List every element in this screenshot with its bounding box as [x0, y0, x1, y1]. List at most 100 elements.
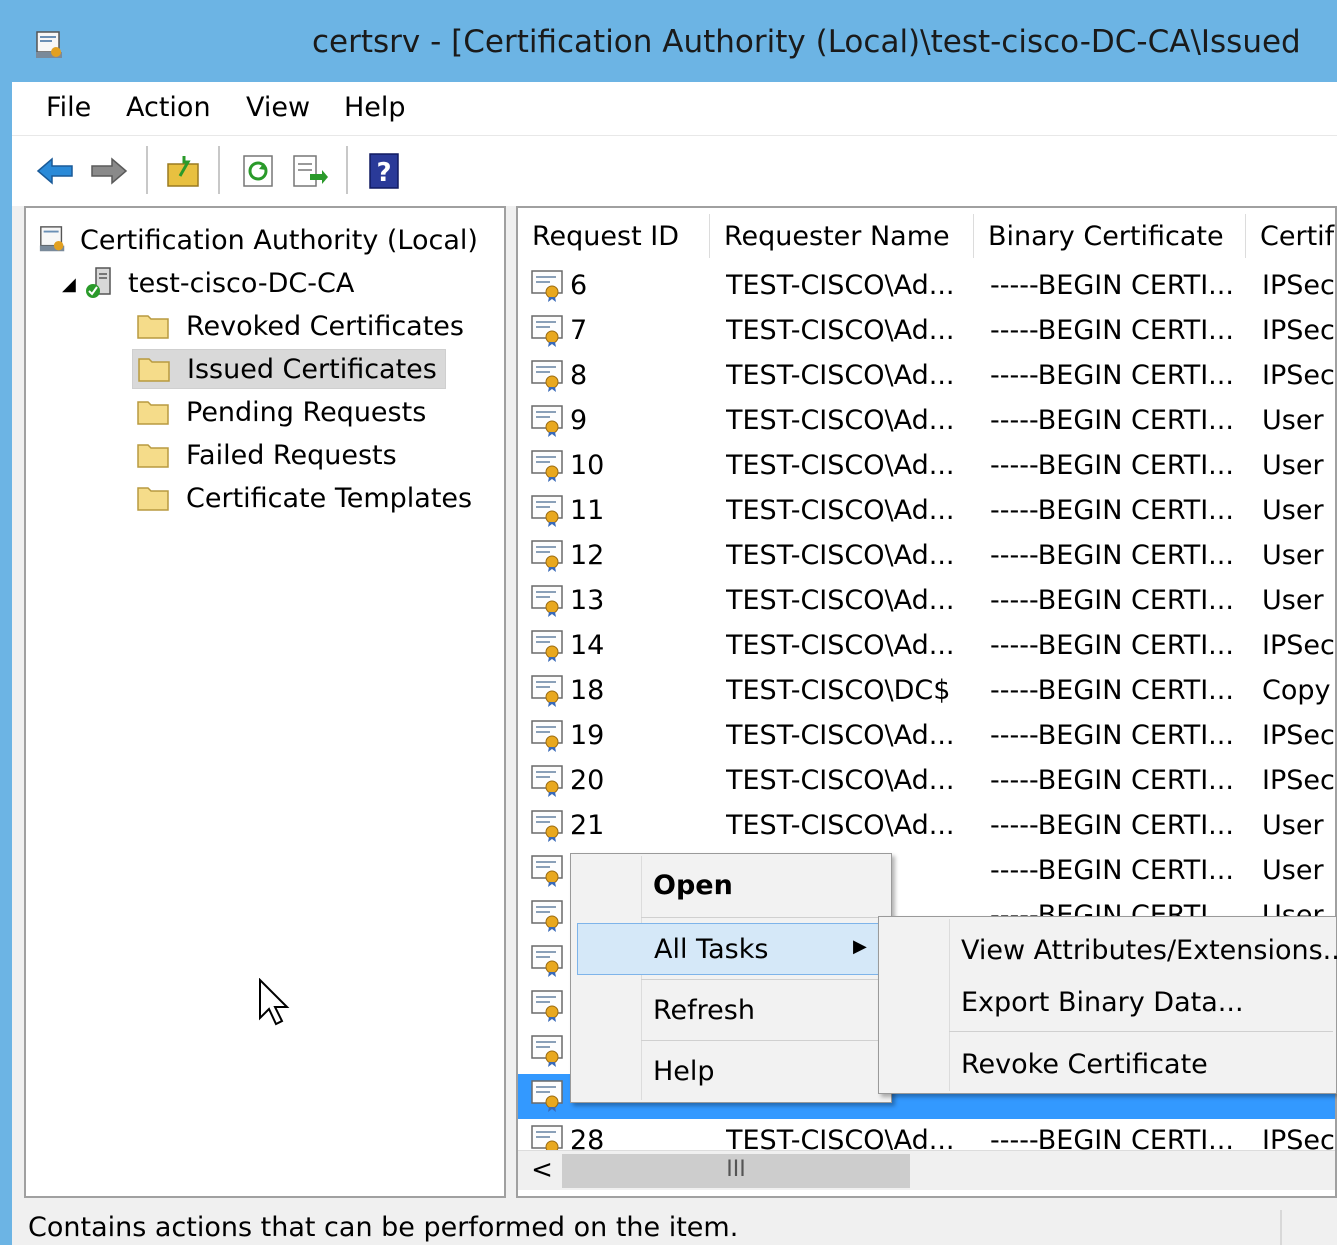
toolbar-separator: [146, 146, 148, 194]
column-header-requester-name[interactable]: Requester Name: [710, 214, 974, 258]
horizontal-scrollbar[interactable]: < III: [518, 1150, 1335, 1190]
toolbar-separator: [346, 146, 348, 194]
table-row[interactable]: 18 TEST-CISCO\DC$ -----BEGIN CERTI... Copy: [518, 669, 1335, 714]
table-row[interactable]: 8 TEST-CISCO\Ad... -----BEGIN CERTI... IPSe…: [518, 354, 1335, 399]
folder-icon: [137, 315, 169, 339]
context-menu-all-tasks[interactable]: All Tasks ▶: [577, 923, 885, 975]
cell-certificate-template: IPSec: [1262, 765, 1335, 796]
export-list-icon[interactable]: [288, 150, 330, 192]
context-menu-help[interactable]: Help: [577, 1046, 885, 1098]
cell-certificate-template: User: [1262, 855, 1324, 886]
cell-request-id: 7: [570, 315, 588, 346]
cell-binary-certificate: -----BEGIN CERTI...: [990, 765, 1234, 796]
scrollbar-thumb[interactable]: III: [562, 1154, 910, 1188]
cell-certificate-template: IPSec: [1262, 315, 1335, 346]
certificate-icon: [531, 1035, 563, 1067]
cell-certificate-template: IPSec: [1262, 720, 1335, 751]
cell-requester-name: TEST-CISCO\Ad...: [726, 720, 955, 751]
certificate-icon: [531, 315, 563, 347]
cell-requester-name: TEST-CISCO\Ad...: [726, 360, 955, 391]
menu-separator: [641, 1040, 889, 1041]
menu-action[interactable]: Action: [120, 90, 217, 125]
cell-requester-name: TEST-CISCO\Ad...: [726, 405, 955, 436]
cell-binary-certificate: -----BEGIN CERTI...: [990, 315, 1234, 346]
cell-certificate-template: User: [1262, 810, 1324, 841]
table-row[interactable]: 20 TEST-CISCO\Ad... -----BEGIN CERTI... IPS…: [518, 759, 1335, 804]
cell-binary-certificate: -----BEGIN CERTI...: [990, 405, 1234, 436]
up-folder-icon[interactable]: [162, 150, 204, 192]
back-icon[interactable]: [34, 150, 76, 192]
cell-request-id: 13: [570, 585, 605, 616]
menu-file[interactable]: File: [40, 90, 97, 125]
tree-item-certificate-templates[interactable]: Certificate Templates: [136, 478, 472, 518]
scroll-left-arrow[interactable]: <: [526, 1155, 558, 1187]
menu-separator: [641, 979, 889, 980]
tree-item-revoked-certificates[interactable]: Revoked Certificates: [136, 306, 464, 346]
toolbar-separator: [218, 146, 220, 194]
certificate-icon: [531, 405, 563, 437]
table-row[interactable]: 14 TEST-CISCO\Ad... -----BEGIN CERTI... IPS…: [518, 624, 1335, 669]
tree-node-ca[interactable]: test-cisco-DC-CA: [84, 263, 354, 303]
certificate-icon: [531, 990, 563, 1022]
tree-root-label: Certification Authority (Local): [80, 224, 478, 256]
cell-binary-certificate: -----BEGIN CERTI...: [990, 810, 1234, 841]
cell-binary-certificate: -----BEGIN CERTI...: [990, 585, 1234, 616]
cell-request-id: 6: [570, 270, 588, 301]
cell-requester-name: TEST-CISCO\Ad...: [726, 450, 955, 481]
cell-certificate-template: User: [1262, 495, 1324, 526]
table-row[interactable]: 11 TEST-CISCO\Ad... -----BEGIN CERTI... Use…: [518, 489, 1335, 534]
table-row[interactable]: 21 TEST-CISCO\Ad... -----BEGIN CERTI... Use…: [518, 804, 1335, 849]
certificate-icon: [531, 1080, 563, 1112]
help-icon[interactable]: ?: [364, 150, 406, 192]
folder-icon: [137, 487, 169, 511]
cell-request-id: 18: [570, 675, 605, 706]
refresh-icon[interactable]: [238, 150, 280, 192]
cell-request-id: 19: [570, 720, 605, 751]
column-header-request-id[interactable]: Request ID: [518, 214, 710, 258]
cell-requester-name: TEST-CISCO\Ad...: [726, 585, 955, 616]
table-row[interactable]: 7 TEST-CISCO\Ad... -----BEGIN CERTI... IPSe…: [518, 309, 1335, 354]
table-row[interactable]: 13 TEST-CISCO\Ad... -----BEGIN CERTI... Use…: [518, 579, 1335, 624]
cell-request-id: 21: [570, 810, 605, 841]
cell-certificate-template: User: [1262, 585, 1324, 616]
cell-requester-name: TEST-CISCO\Ad...: [726, 765, 955, 796]
table-row[interactable]: 19 TEST-CISCO\Ad... -----BEGIN CERTI... IPS…: [518, 714, 1335, 759]
cell-binary-certificate: -----BEGIN CERTI...: [990, 450, 1234, 481]
table-row[interactable]: 12 TEST-CISCO\Ad... -----BEGIN CERTI... Use…: [518, 534, 1335, 579]
menu-view[interactable]: View: [240, 90, 316, 125]
title-bar[interactable]: certsrv - [Certification Authority (Loca…: [12, 10, 1337, 82]
status-text: Contains actions that can be performed o…: [28, 1212, 739, 1243]
menu-separator: [641, 917, 889, 918]
cell-requester-name: TEST-CISCO\Ad...: [726, 810, 955, 841]
context-menu-refresh[interactable]: Refresh: [577, 985, 885, 1037]
certificate-icon: [531, 630, 563, 662]
tree-item-label: Issued Certificates: [187, 353, 437, 385]
certification-authority-icon: [39, 226, 65, 252]
table-row[interactable]: 10 TEST-CISCO\Ad... -----BEGIN CERTI... Use…: [518, 444, 1335, 489]
tree-node-root[interactable]: Certification Authority (Local): [38, 220, 478, 260]
tree-item-pending-requests[interactable]: Pending Requests: [136, 392, 426, 432]
cell-request-id: 11: [570, 495, 605, 526]
cell-requester-name: TEST-CISCO\Ad...: [726, 270, 955, 301]
submenu-revoke-certificate[interactable]: Revoke Certificate: [885, 1037, 1333, 1087]
submenu-arrow-icon: ▶: [853, 936, 867, 957]
cell-request-id: 20: [570, 765, 605, 796]
cell-binary-certificate: -----BEGIN CERTI...: [990, 360, 1234, 391]
forward-icon[interactable]: [88, 150, 130, 192]
menu-item-label: Help: [653, 1056, 715, 1087]
cell-request-id: 9: [570, 405, 588, 436]
menu-help[interactable]: Help: [338, 90, 412, 125]
submenu-export-binary-data[interactable]: Export Binary Data...: [885, 975, 1333, 1025]
tree-ca-label: test-cisco-DC-CA: [128, 267, 355, 299]
tree-item-issued-certificates[interactable]: Issued Certificates: [132, 349, 446, 389]
tree-item-failed-requests[interactable]: Failed Requests: [136, 435, 397, 475]
collapse-triangle-icon[interactable]: ◢: [62, 274, 76, 295]
table-row[interactable]: 9 TEST-CISCO\Ad... -----BEGIN CERTI... User: [518, 399, 1335, 444]
table-row[interactable]: 6 TEST-CISCO\Ad... -----BEGIN CERTI... IPSe…: [518, 264, 1335, 309]
cell-binary-certificate: -----BEGIN CERTI...: [990, 630, 1234, 661]
column-header-binary-certificate[interactable]: Binary Certificate: [974, 214, 1246, 258]
submenu-view-attributes[interactable]: View Attributes/Extensions...: [885, 923, 1337, 973]
column-header-certificate-template[interactable]: Certif: [1246, 214, 1335, 258]
folder-icon: [138, 358, 170, 382]
context-menu-open[interactable]: Open: [577, 860, 885, 912]
